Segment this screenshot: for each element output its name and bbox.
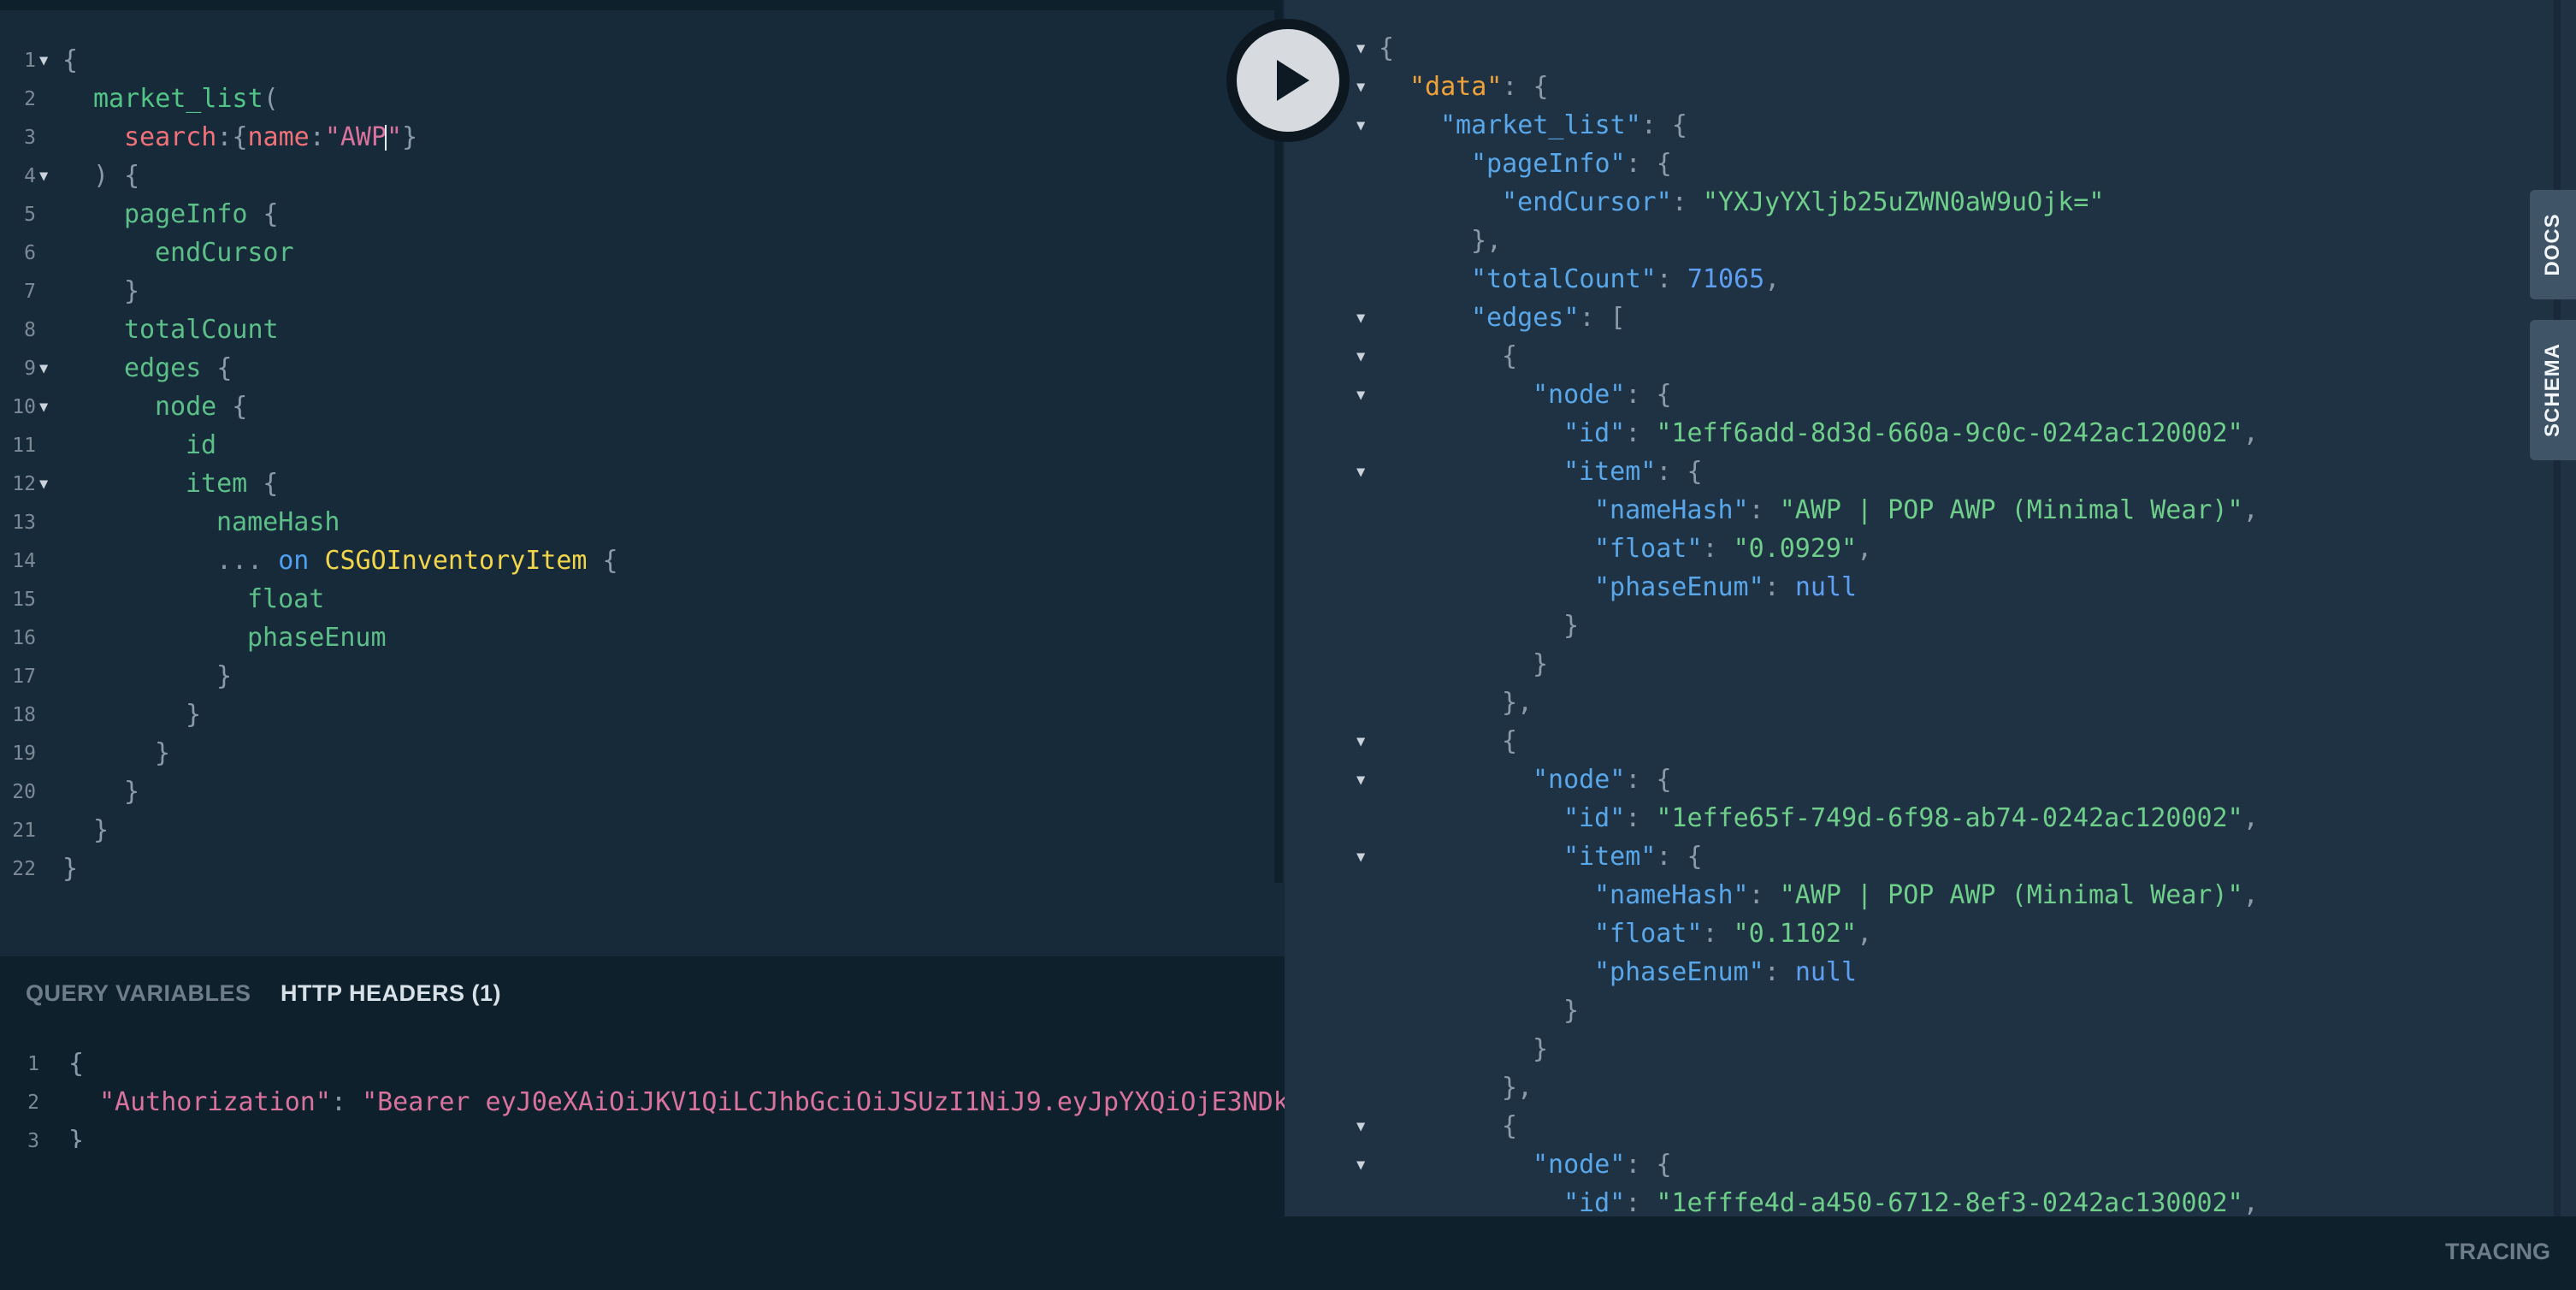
line-number: 3 (24, 127, 36, 149)
line-number: 20 (12, 781, 36, 803)
text-cursor (385, 125, 387, 151)
line-number: 2 (27, 1092, 39, 1114)
fold-arrow-icon[interactable]: ▼ (1356, 107, 1365, 145)
docs-tab[interactable]: DOCS (2530, 190, 2576, 299)
tracing-toggle[interactable]: TRACING (2445, 1239, 2550, 1265)
line-number: 3 (27, 1130, 39, 1148)
schema-tab[interactable]: SCHEMA (2530, 320, 2576, 460)
fold-arrow-icon[interactable]: ▼ (39, 388, 48, 426)
line-number: 22 (12, 858, 36, 880)
headers-editor[interactable]: 1{ 2 "Authorization": "Bearer eyJ0eXAiOiJ… (0, 1045, 1285, 1148)
line-number: 12 (12, 473, 36, 495)
line-number: 4 (24, 165, 36, 187)
line-number: 15 (12, 589, 36, 611)
fold-arrow-icon[interactable]: ▼ (1356, 723, 1365, 760)
line-number: 5 (24, 204, 36, 226)
line-number: 11 (12, 435, 36, 457)
line-number: 2 (24, 88, 36, 110)
fold-arrow-icon[interactable]: ▼ (1356, 299, 1365, 337)
fold-arrow-icon[interactable]: ▼ (39, 157, 48, 195)
tracing-bar (1285, 1216, 2576, 1290)
line-number: 6 (24, 242, 36, 264)
fold-arrow-icon[interactable]: ▼ (1356, 338, 1365, 376)
line-number: 9 (24, 358, 36, 380)
line-number: 16 (12, 627, 36, 649)
line-number: 10 (12, 396, 36, 418)
line-number: 1 (27, 1053, 39, 1075)
fold-arrow-icon[interactable]: ▼ (1356, 1108, 1365, 1145)
tab-query-variables[interactable]: QUERY VARIABLES (26, 980, 251, 1007)
fold-arrow-icon[interactable]: ▼ (39, 465, 48, 503)
fold-arrow-icon[interactable]: ▼ (1356, 838, 1365, 876)
fold-arrow-icon[interactable]: ▼ (1356, 376, 1365, 414)
line-number: 19 (12, 743, 36, 765)
fold-arrow-icon[interactable]: ▼ (1356, 453, 1365, 491)
line-number: 21 (12, 820, 36, 842)
fold-arrow-icon[interactable]: ▼ (39, 350, 48, 388)
line-number: 7 (24, 281, 36, 303)
fold-arrow-icon[interactable]: ▼ (1356, 1146, 1365, 1184)
line-number: 18 (12, 704, 36, 726)
fold-arrow-icon[interactable]: ▼ (1356, 761, 1365, 799)
play-icon (1277, 60, 1309, 101)
result-scrollbar[interactable] (2554, 0, 2561, 1216)
line-number: 17 (12, 666, 36, 688)
fold-arrow-icon[interactable]: ▼ (39, 42, 48, 80)
fold-arrow-icon[interactable]: ▼ (1356, 30, 1365, 68)
line-number: 13 (12, 512, 36, 534)
tab-http-headers[interactable]: HTTP HEADERS (1) (281, 980, 501, 1007)
run-query-button[interactable] (1237, 29, 1339, 132)
line-number: 1 (24, 50, 36, 72)
line-number: 14 (12, 550, 36, 572)
line-number: 8 (24, 319, 36, 341)
editor-top-strip (0, 0, 1283, 10)
fold-arrow-icon[interactable]: ▼ (1356, 68, 1365, 106)
